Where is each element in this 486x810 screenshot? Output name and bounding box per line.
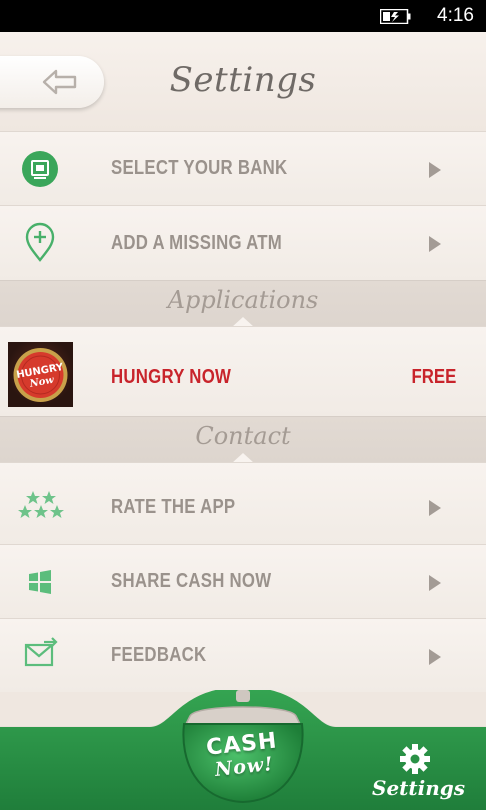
applications-section-title: Applications (167, 286, 319, 314)
select-bank-label: SELECT YOUR BANK (111, 157, 288, 179)
settings-tab-label: Settings (372, 776, 466, 800)
bottle-cap-logo-icon: HUNGRY Now (13, 348, 68, 402)
select-bank-row[interactable]: SELECT YOUR BANK (0, 131, 486, 205)
app-price-badge: FREE (411, 366, 456, 388)
add-missing-atm-row[interactable]: ADD A MISSING ATM (0, 205, 486, 280)
header: Settings (0, 32, 486, 131)
share-cash-now-row[interactable]: SHARE CASH NOW (0, 544, 486, 618)
bottom-nav-bar: CASH Now! Settings (0, 690, 486, 810)
cash-now-home-button[interactable]: CASH Now! (176, 690, 310, 808)
windows-logo-icon (29, 570, 51, 594)
rate-the-app-row[interactable]: RATE THE APP (0, 462, 486, 544)
feedback-row[interactable]: FEEDBACK (0, 618, 486, 692)
rate-the-app-label: RATE THE APP (111, 496, 236, 518)
contact-section-title: Contact (195, 422, 291, 450)
gear-icon (400, 744, 430, 774)
applications-section-header: Applications (0, 280, 486, 327)
atm-card-icon (22, 151, 58, 187)
settings-tab[interactable]: Settings (372, 742, 466, 804)
clock: 4:16 (437, 5, 474, 26)
contact-section-header: Contact (0, 416, 486, 463)
hungry-now-label: HUNGRY NOW (111, 366, 232, 388)
chevron-right-icon (429, 236, 441, 252)
stars-icon (18, 491, 64, 518)
status-bar: 4:16 (0, 0, 486, 32)
chevron-right-icon (429, 500, 441, 516)
chevron-right-icon (429, 649, 441, 665)
chevron-right-icon (429, 162, 441, 178)
chevron-right-icon (429, 575, 441, 591)
hungry-now-app-thumbnail: HUNGRY Now (8, 342, 73, 407)
battery-charging-icon (380, 9, 411, 24)
hungry-now-app-row[interactable]: HUNGRY Now HUNGRY NOW FREE (0, 326, 486, 416)
add-missing-atm-label: ADD A MISSING ATM (111, 232, 283, 254)
envelope-arrow-icon (24, 637, 58, 667)
map-pin-plus-icon (25, 222, 55, 262)
feedback-label: FEEDBACK (111, 644, 207, 666)
share-cash-now-label: SHARE CASH NOW (111, 570, 272, 592)
page-title: Settings (169, 60, 317, 100)
